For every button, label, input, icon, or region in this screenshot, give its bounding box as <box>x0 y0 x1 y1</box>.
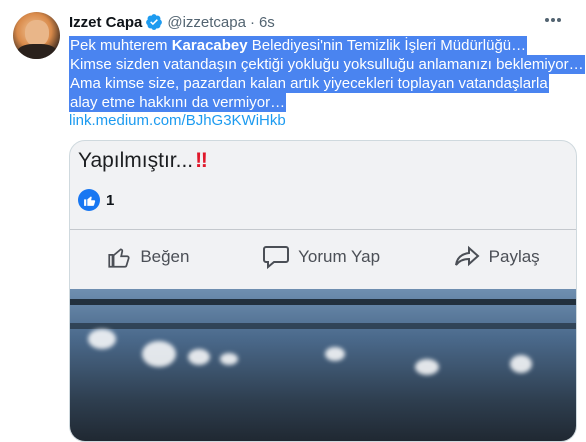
light-flare <box>415 359 439 375</box>
verified-badge-icon <box>146 14 163 30</box>
embedded-facebook-screenshot[interactable]: Yapılmıştır...‼ 1 Beğen Yorum Yap Paylaş <box>69 140 577 442</box>
light-flare <box>325 347 345 361</box>
like-count-row: 1 <box>78 189 114 211</box>
tweet-header: Izzet Capa @izzetcapa · 6s <box>69 12 275 32</box>
tweet-text-line-2: Kimse sizden vatandaşın çektiği yokluğu … <box>69 55 585 74</box>
thumbs-up-outline-icon <box>108 248 130 268</box>
thumbs-up-icon <box>78 189 100 211</box>
separator-dot: · <box>249 13 255 31</box>
display-name[interactable]: Izzet Capa <box>69 14 142 31</box>
market-photo <box>70 289 576 441</box>
avatar-face <box>25 20 49 46</box>
roof-rafter <box>70 299 576 305</box>
comment-action[interactable]: Yorum Yap <box>262 244 380 270</box>
timestamp[interactable]: 6s <box>259 14 275 31</box>
roof-rafter <box>70 323 576 329</box>
comment-bubble-icon <box>263 246 290 270</box>
tweet-text-line-1: Pek muhterem Karacabey Belediyesi'nin Te… <box>69 36 528 55</box>
like-action[interactable]: Beğen <box>106 244 189 270</box>
light-flare <box>142 341 176 367</box>
avatar[interactable] <box>13 12 60 59</box>
divider <box>70 229 576 230</box>
tweet-link[interactable]: link.medium.com/BJhG3KWiHkb <box>69 112 286 129</box>
more-options-icon[interactable] <box>538 10 568 30</box>
comment-label: Yorum Yap <box>298 247 381 266</box>
light-flare <box>88 329 116 349</box>
handle[interactable]: @izzetcapa <box>167 14 246 31</box>
post-actions: Beğen Yorum Yap Paylaş <box>70 237 576 277</box>
like-count: 1 <box>106 191 115 209</box>
light-flare <box>220 353 238 365</box>
like-label: Beğen <box>140 247 190 266</box>
light-flare <box>188 349 210 365</box>
tweet-text-line-4: alay etme hakkını da vermiyor… <box>69 93 287 112</box>
tweet-text: Pek muhterem Karacabey Belediyesi'nin Te… <box>69 36 585 112</box>
double-exclamation-icon: ‼ <box>195 149 208 172</box>
share-label: Paylaş <box>488 247 540 266</box>
share-action[interactable]: Paylaş <box>453 244 540 270</box>
post-title: Yapılmıştır...‼ <box>78 149 208 172</box>
share-arrow-icon <box>454 245 480 267</box>
light-flare <box>510 355 532 373</box>
tweet-text-line-3: Ama kimse size, pazardan kalan artık yiy… <box>69 74 549 93</box>
avatar-coat <box>17 44 57 59</box>
